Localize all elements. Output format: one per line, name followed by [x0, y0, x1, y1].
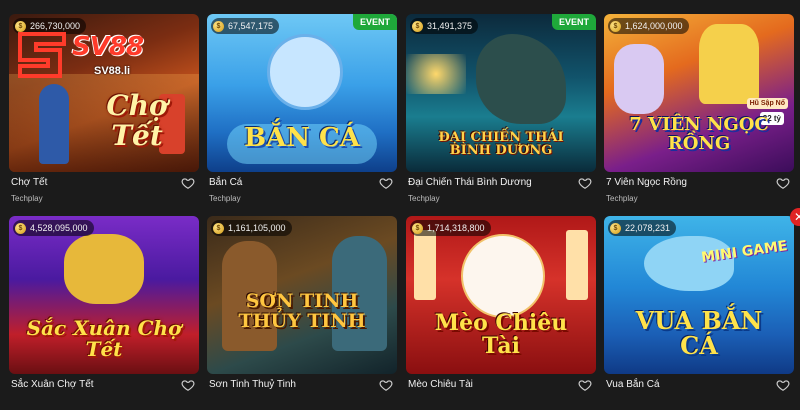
- promo-tag: Hũ Sập Nổ: [746, 98, 788, 109]
- jackpot-badge: $1,624,000,000: [608, 18, 689, 34]
- game-name[interactable]: Mèo Chiêu Tài: [408, 379, 473, 390]
- scroll-right: [566, 230, 588, 300]
- game-meta: Sơn Tinh Thuỷ Tinh: [207, 374, 397, 410]
- heart-outline-icon[interactable]: [379, 176, 393, 190]
- game-thumbnail[interactable]: $31,491,375 EVENT ĐẠI CHIẾN THÁI BÌNH DƯ…: [406, 14, 596, 172]
- game-card[interactable]: $67,547,175 EVENT BẮN CÁ Bắn Cá Techplay: [207, 14, 397, 208]
- jackpot-badge: $22,078,231: [608, 220, 677, 236]
- jackpot-badge: $1,714,318,800: [410, 220, 491, 236]
- character-figure: [39, 84, 69, 164]
- lion-dance-head: [64, 234, 144, 304]
- coin-icon: $: [15, 222, 26, 234]
- jackpot-badge: $67,547,175: [211, 18, 280, 34]
- jackpot-badge: $31,491,375: [410, 18, 479, 34]
- jackpot-amount: 1,714,318,800: [427, 223, 485, 233]
- game-art-title: Chợ Tết: [106, 89, 168, 152]
- villain-character: [614, 44, 664, 114]
- game-name[interactable]: Đại Chiến Thái Bình Dương: [408, 177, 532, 188]
- jackpot-amount: 22,078,231: [625, 223, 671, 233]
- brand-logo: SV88 SV88.li: [10, 28, 200, 84]
- game-art-title: Mèo Chiêu Tài: [434, 309, 568, 359]
- coin-icon: $: [412, 222, 423, 234]
- game-thumbnail[interactable]: $1,624,000,000 Hũ Sập Nổ 32 tỷ 7 VIÊN NG…: [604, 14, 794, 172]
- sv88-logo-mark-icon: [18, 32, 66, 78]
- heart-outline-icon[interactable]: [578, 176, 592, 190]
- jackpot-badge: $4,528,095,000: [13, 220, 94, 236]
- jackpot-amount: 1,161,105,000: [228, 223, 286, 233]
- game-art-title: 7 VIÊN NGỌC RỒNG: [629, 114, 769, 155]
- game-card[interactable]: $1,624,000,000 Hũ Sập Nổ 32 tỷ 7 VIÊN NG…: [604, 14, 794, 208]
- game-provider: Techplay: [11, 194, 43, 203]
- game-card[interactable]: $1,161,105,000 SƠN TINH THỦY TINH Sơn Ti…: [207, 216, 397, 410]
- game-thumbnail[interactable]: $1,161,105,000 SƠN TINH THỦY TINH: [207, 216, 397, 374]
- game-thumbnail[interactable]: $1,714,318,800 Mèo Chiêu Tài: [406, 216, 596, 374]
- scroll-left: [414, 230, 436, 300]
- coin-icon: $: [213, 222, 224, 234]
- game-provider: Techplay: [209, 194, 241, 203]
- heart-outline-icon[interactable]: [379, 378, 393, 392]
- heart-outline-icon[interactable]: [181, 378, 195, 392]
- game-thumbnail[interactable]: $67,547,175 EVENT BẮN CÁ: [207, 14, 397, 172]
- game-meta: Sắc Xuân Chợ Tết: [9, 374, 199, 410]
- shark-character: [267, 34, 343, 110]
- game-name[interactable]: Bắn Cá: [209, 177, 242, 188]
- game-card[interactable]: $31,491,375 EVENT ĐẠI CHIẾN THÁI BÌNH DƯ…: [406, 14, 596, 208]
- event-badge: EVENT: [551, 14, 596, 30]
- heart-outline-icon[interactable]: [776, 378, 790, 392]
- heart-outline-icon[interactable]: [181, 176, 195, 190]
- heart-outline-icon[interactable]: [776, 176, 790, 190]
- game-thumbnail[interactable]: $4,528,095,000 Sắc Xuân Chợ Tết: [9, 216, 199, 374]
- event-badge: EVENT: [352, 14, 397, 30]
- coin-icon: $: [610, 20, 621, 32]
- game-provider: Techplay: [606, 194, 638, 203]
- jackpot-badge: $1,161,105,000: [211, 220, 292, 236]
- jackpot-amount: 1,624,000,000: [625, 21, 683, 31]
- heart-outline-icon[interactable]: [578, 378, 592, 392]
- game-thumbnail[interactable]: $22,078,231 MINI GAME VUA BẮN CÁ: [604, 216, 794, 374]
- game-provider: Techplay: [408, 194, 440, 203]
- game-meta: Mèo Chiêu Tài: [406, 374, 596, 410]
- game-art-title: SƠN TINH THỦY TINH: [238, 290, 366, 333]
- jackpot-amount: 4,528,095,000: [30, 223, 88, 233]
- coin-icon: $: [213, 20, 224, 32]
- game-meta: Chợ Tết Techplay: [9, 172, 199, 208]
- explosion: [406, 54, 466, 94]
- game-meta: Bắn Cá Techplay: [207, 172, 397, 208]
- game-meta: Đại Chiến Thái Bình Dương Techplay: [406, 172, 596, 208]
- game-meta: Vua Bắn Cá: [604, 374, 794, 410]
- game-name[interactable]: Sơn Tinh Thuỷ Tinh: [209, 379, 296, 390]
- coin-icon: $: [412, 20, 423, 32]
- shark-character: [644, 236, 734, 291]
- game-name[interactable]: Vua Bắn Cá: [606, 379, 660, 390]
- game-card[interactable]: $22,078,231 MINI GAME VUA BẮN CÁ Vua Bắn…: [604, 216, 794, 410]
- lucky-cat: [461, 234, 545, 318]
- game-name[interactable]: 7 Viên Ngọc Rồng: [606, 177, 687, 188]
- coin-icon: $: [610, 222, 621, 234]
- hero-character: [699, 24, 759, 104]
- logo-text: SV88: [72, 32, 144, 62]
- jackpot-amount: 67,547,175: [228, 21, 274, 31]
- kaiju-monster: [476, 34, 566, 124]
- game-card[interactable]: $1,714,318,800 Mèo Chiêu Tài Mèo Chiêu T…: [406, 216, 596, 410]
- game-card[interactable]: $4,528,095,000 Sắc Xuân Chợ Tết Sắc Xuân…: [9, 216, 199, 410]
- game-art-title: VUA BẮN CÁ: [635, 305, 763, 360]
- game-name[interactable]: Sắc Xuân Chợ Tết: [11, 379, 94, 390]
- logo-url: SV88.li: [94, 65, 131, 77]
- game-art-title: ĐẠI CHIẾN THÁI BÌNH DƯƠNG: [438, 129, 564, 159]
- game-name[interactable]: Chợ Tết: [11, 177, 47, 188]
- game-art-title: BẮN CÁ: [244, 122, 360, 153]
- game-art-title: Sắc Xuân Chợ Tết: [26, 316, 182, 361]
- game-meta: 7 Viên Ngọc Rồng Techplay: [604, 172, 794, 208]
- jackpot-amount: 31,491,375: [427, 21, 473, 31]
